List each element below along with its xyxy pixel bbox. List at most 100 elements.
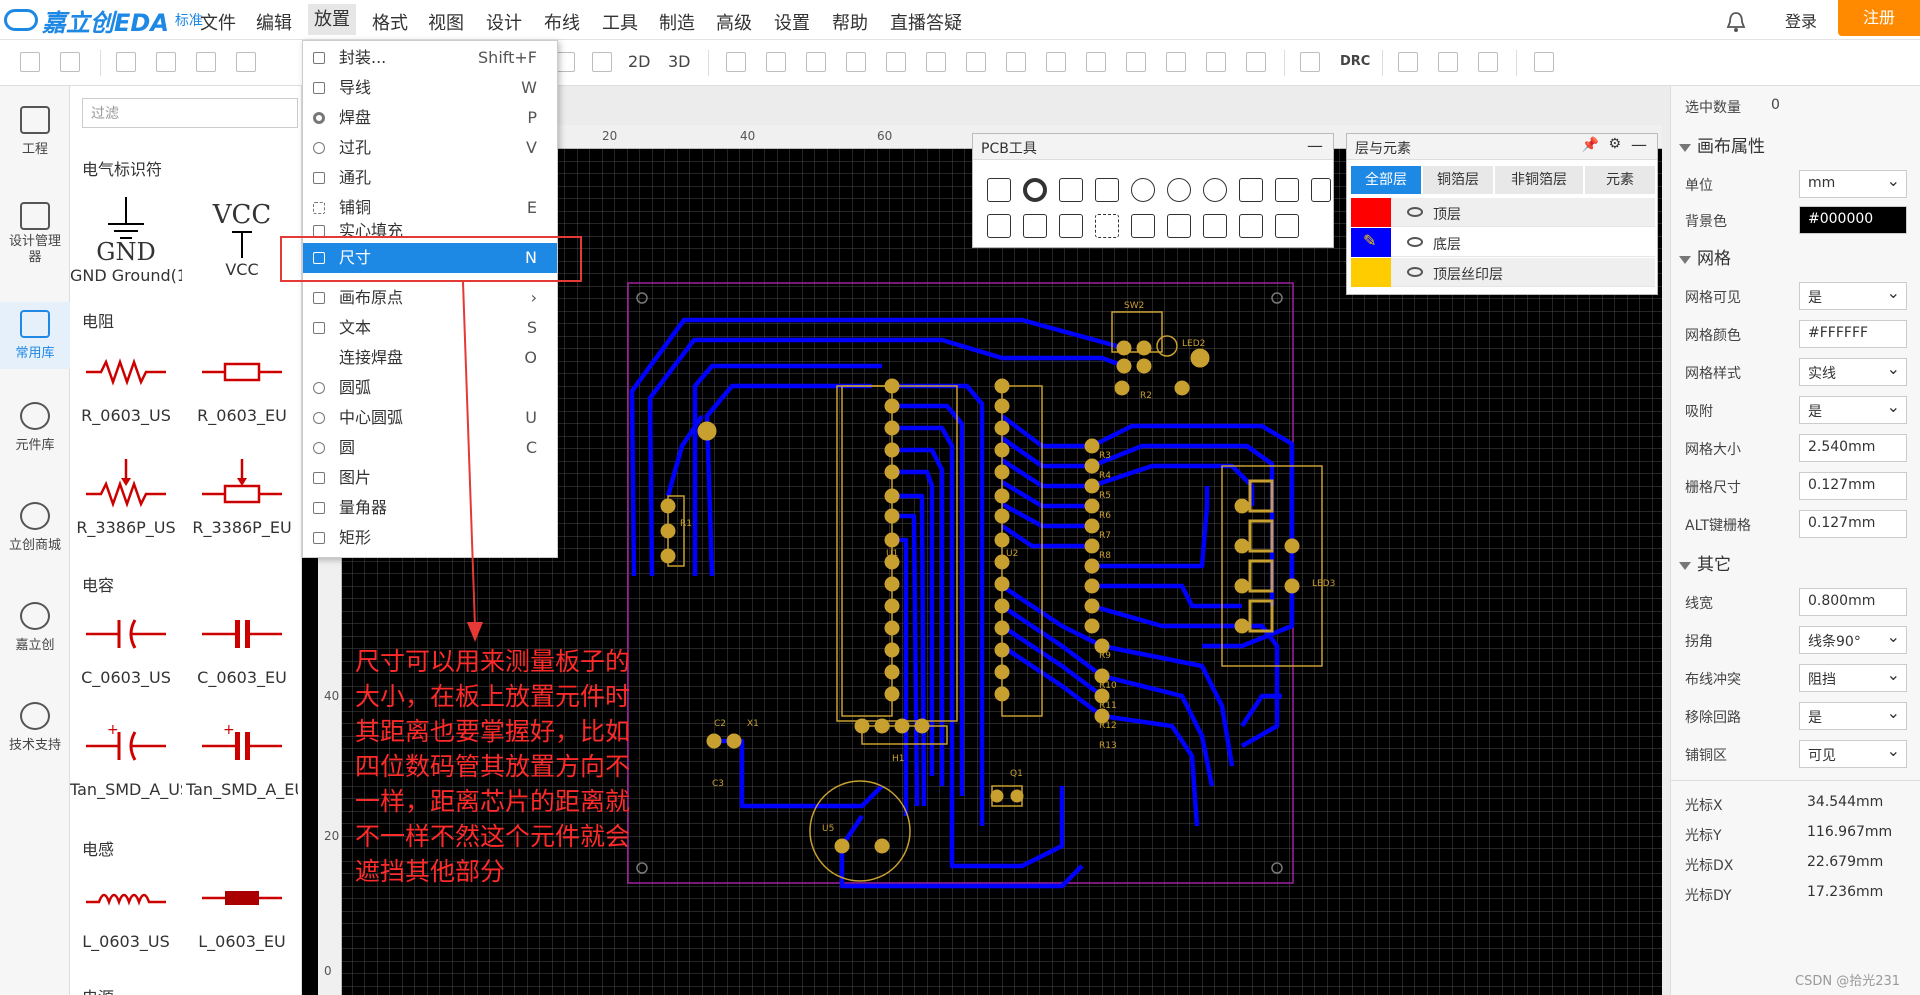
align-grid-icon[interactable] [1046, 52, 1066, 72]
solid-region-tool-icon[interactable] [1131, 214, 1155, 238]
rail-component-library[interactable]: 元件库 [0, 402, 70, 453]
snap-select[interactable]: 是 [1799, 396, 1907, 424]
layer-color-swatch[interactable] [1351, 198, 1391, 227]
text-tool-icon[interactable] [1095, 178, 1119, 202]
redo-icon[interactable] [156, 52, 176, 72]
app-logo[interactable]: 嘉立创EDA 标准 [4, 6, 203, 37]
menu-option-hole[interactable]: 通孔 [303, 163, 557, 193]
section-grid[interactable]: 网格 [1679, 244, 1731, 269]
menu-settings[interactable]: 设置 [774, 9, 810, 35]
category-resistor[interactable]: 电阻 [82, 308, 114, 332]
align-bottom-icon[interactable] [846, 52, 866, 72]
menu-route[interactable]: 布线 [544, 9, 580, 35]
eye-icon[interactable] [1407, 207, 1423, 217]
menu-option-circle[interactable]: 圆C [303, 433, 557, 463]
menu-fabrication[interactable]: 制造 [659, 9, 695, 35]
register-button[interactable]: 注册 [1838, 0, 1920, 36]
wire-tool-icon[interactable] [987, 178, 1011, 202]
route-icon[interactable] [1300, 52, 1320, 72]
tab-all-layers[interactable]: 全部层 [1351, 166, 1421, 194]
rotate-icon[interactable] [1206, 52, 1226, 72]
circle-tool-icon[interactable] [1203, 178, 1227, 202]
pcb-tools-header[interactable]: PCB工具 — [973, 134, 1333, 160]
alt-snap-field[interactable]: 0.127mm [1799, 510, 1907, 538]
align-vcenter-icon[interactable] [926, 52, 946, 72]
pick-place-icon[interactable] [1478, 52, 1498, 72]
menu-option-arc[interactable]: 圆弧 [303, 373, 557, 403]
lib-item-r-eu[interactable]: R_0603_EU [186, 336, 298, 448]
category-electrical[interactable]: 电气标识符 [82, 156, 162, 180]
group-icon[interactable] [1086, 52, 1106, 72]
menu-option-text[interactable]: 文本 S [303, 313, 557, 343]
grid-style-select[interactable]: 实线 [1799, 358, 1907, 386]
lib-item-l-eu[interactable]: L_0603_EU [186, 862, 298, 974]
open-icon[interactable] [20, 52, 40, 72]
lib-item-l-us[interactable]: L_0603_US [70, 862, 182, 974]
undo-icon[interactable] [116, 52, 136, 72]
view-3d-button[interactable]: 3D [668, 52, 691, 71]
align-hcenter-icon[interactable] [886, 52, 906, 72]
tab-copper-layers[interactable]: 铜箔层 [1423, 166, 1493, 194]
grid-color-field[interactable]: #FFFFFF [1799, 320, 1907, 348]
tab-elements[interactable]: 元素 [1585, 166, 1655, 194]
cutout-tool-icon[interactable] [1275, 214, 1299, 238]
distribute-h-icon[interactable] [966, 52, 986, 72]
menu-design[interactable]: 设计 [486, 9, 522, 35]
routing-conflict-select[interactable]: 阻挡 [1799, 664, 1907, 692]
arrange-icon[interactable] [1246, 52, 1266, 72]
gerber-icon[interactable] [1438, 52, 1458, 72]
section-other[interactable]: 其它 [1679, 550, 1731, 575]
paste-icon[interactable] [236, 52, 256, 72]
connect-pad-tool-icon[interactable] [1059, 214, 1083, 238]
snap-size-field[interactable]: 0.127mm [1799, 472, 1907, 500]
pin-icon[interactable]: 📌 [1582, 137, 1599, 153]
distribute-v-icon[interactable] [1006, 52, 1026, 72]
fit-icon[interactable] [592, 52, 612, 72]
menu-option-rectangle[interactable]: 矩形 [303, 523, 557, 553]
corner-select[interactable]: 线条90° [1799, 626, 1907, 654]
menu-format[interactable]: 格式 [372, 9, 408, 35]
lib-item-r3386-us[interactable]: R_3386P_US [70, 448, 182, 560]
view-2d-button[interactable]: 2D [628, 52, 651, 71]
pan-tool-icon[interactable] [1239, 178, 1263, 202]
minimize-icon[interactable]: — [1307, 136, 1323, 155]
lib-item-c-eu[interactable]: C_0603_EU [186, 598, 298, 710]
eye-icon[interactable] [1407, 267, 1423, 277]
section-canvas-props[interactable]: 画布属性 [1679, 132, 1765, 157]
grid-size-field[interactable]: 2.540mm [1799, 434, 1907, 462]
flip-icon[interactable] [1166, 52, 1186, 72]
filter-input[interactable]: 过滤 [82, 98, 298, 128]
remove-loop-select[interactable]: 是 [1799, 702, 1907, 730]
track-width-field[interactable]: 0.800mm [1799, 588, 1907, 616]
menu-option-track[interactable]: 导线 W [303, 73, 557, 103]
rail-jlc[interactable]: 嘉立创 [0, 602, 70, 653]
lib-item-tan-eu[interactable]: + Tan_SMD_A_EU [186, 710, 298, 822]
menu-file[interactable]: 文件 [200, 9, 236, 35]
unit-select[interactable]: mm [1799, 170, 1907, 198]
lib-item-c-us[interactable]: C_0603_US [70, 598, 182, 710]
layers-header[interactable]: 层与元素 📌 ⚙ — [1347, 134, 1657, 160]
bell-icon[interactable] [1725, 10, 1747, 34]
minimize-icon[interactable]: — [1631, 135, 1647, 154]
protractor-tool-icon[interactable] [1023, 214, 1047, 238]
export-image-icon[interactable] [1534, 52, 1554, 72]
lib-item-tan-us[interactable]: + Tan_SMD_A_US [70, 710, 182, 822]
lib-item-r-us[interactable]: R_0603_US [70, 336, 182, 448]
menu-option-pad[interactable]: 焊盘 P [303, 103, 557, 133]
rail-tech-support[interactable]: 技术支持 [0, 702, 70, 753]
rail-lcsc-mall[interactable]: 立创商城 [0, 502, 70, 553]
tab-non-copper-layers[interactable]: 非铜箔层 [1495, 166, 1583, 194]
login-link[interactable]: 登录 [1785, 8, 1817, 32]
layer-color-swatch[interactable] [1351, 258, 1391, 287]
menu-option-copper-area[interactable]: 铺铜 E [303, 193, 557, 223]
pad-tool-icon[interactable] [1023, 178, 1047, 202]
layer-color-swatch[interactable]: ✎ [1351, 228, 1391, 257]
drc-button[interactable]: DRC [1340, 54, 1370, 69]
menu-view[interactable]: 视图 [428, 9, 464, 35]
canvas-origin-tool-icon[interactable] [1239, 214, 1263, 238]
category-capacitor[interactable]: 电容 [82, 572, 114, 596]
background-color-field[interactable]: #000000 [1799, 206, 1907, 234]
menu-option-image[interactable]: 图片 [303, 463, 557, 493]
category-power[interactable]: 电源 [82, 984, 114, 995]
menu-advanced[interactable]: 高级 [716, 9, 752, 35]
